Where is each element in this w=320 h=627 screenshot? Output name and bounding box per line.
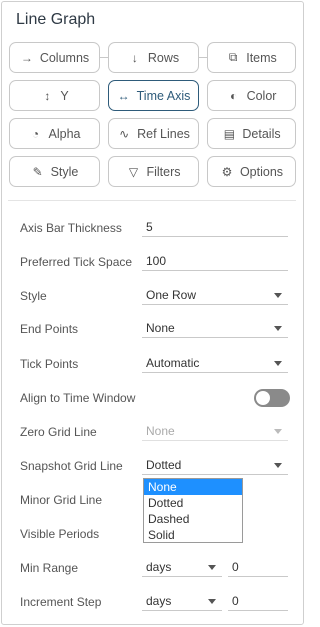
tab-style[interactable]: ✎ Style: [9, 156, 100, 187]
tab-label: Rows: [147, 50, 180, 65]
increment-step-input[interactable]: 0: [228, 591, 288, 611]
min-range-label: Min Range: [20, 561, 79, 575]
brush-icon: ✎: [32, 164, 43, 179]
tab-label: Items: [246, 50, 277, 65]
dropdown-option-none[interactable]: None: [144, 479, 242, 495]
tab-label: Details: [242, 126, 281, 141]
tab-label: Y: [60, 88, 69, 103]
increment-step-unit-select[interactable]: days: [142, 591, 222, 611]
arrow-down-icon: ↓: [131, 50, 138, 65]
arrow-right-icon: →: [20, 50, 33, 65]
tab-time-axis[interactable]: ↔ Time Axis: [108, 80, 199, 111]
tab-details[interactable]: ▤ Details: [207, 118, 296, 149]
min-range-input[interactable]: 0: [228, 557, 288, 577]
grid-line-dropdown-list: None Dotted Dashed Solid: [143, 478, 243, 543]
tick-points-select[interactable]: Automatic: [142, 353, 288, 373]
tab-ref-lines[interactable]: ∿ Ref Lines: [108, 118, 199, 149]
arrow-vertical-icon: ↕: [44, 88, 51, 103]
tab-label: Time Axis: [136, 88, 191, 103]
panel-title: Line Graph: [16, 11, 96, 28]
tab-alpha[interactable]: ◔ Alpha: [9, 118, 100, 149]
align-to-time-window-toggle[interactable]: [254, 389, 290, 407]
tab-filters[interactable]: ▽ Filters: [108, 156, 199, 187]
end-points-select-value: None: [146, 321, 175, 335]
tab-color[interactable]: ◐ Color: [207, 80, 296, 111]
end-points-select[interactable]: None: [142, 318, 288, 338]
tab-label: Style: [50, 164, 79, 179]
chevron-down-icon: [274, 326, 282, 331]
tab-connector: [100, 57, 108, 58]
chevron-down-icon: [274, 463, 282, 468]
tab-label: Filters: [146, 164, 181, 179]
dropdown-option-solid[interactable]: Solid: [144, 527, 242, 543]
align-to-time-window-label: Align to Time Window: [20, 391, 136, 405]
tab-options[interactable]: ⚙ Options: [207, 156, 296, 187]
section-divider: [8, 200, 296, 201]
snapshot-grid-line-label: Snapshot Grid Line: [20, 459, 123, 473]
palette-icon: ◐: [229, 88, 238, 103]
zero-grid-line-label: Zero Grid Line: [20, 425, 97, 439]
tab-label: Options: [239, 164, 284, 179]
axis-bar-thickness-label: Axis Bar Thickness: [20, 221, 122, 235]
tab-items[interactable]: ⧉ Items: [207, 42, 296, 73]
tab-y[interactable]: ↕ Y: [9, 80, 100, 111]
alpha-icon: ◔: [31, 126, 40, 141]
tab-label: Color: [246, 88, 277, 103]
tab-label: Alpha: [48, 126, 81, 141]
min-range-unit-value: days: [146, 560, 172, 574]
zero-grid-line-select: None: [142, 421, 288, 441]
details-icon: ▤: [223, 126, 236, 141]
filter-icon: ▽: [128, 164, 139, 179]
snapshot-grid-line-select-value: Dotted: [146, 458, 182, 472]
visible-periods-label: Visible Periods: [20, 527, 100, 541]
tab-columns[interactable]: → Columns: [9, 42, 100, 73]
preferred-tick-space-input[interactable]: 100: [142, 251, 288, 271]
chevron-down-icon: [208, 599, 216, 604]
zero-grid-line-select-value: None: [146, 424, 175, 438]
tab-label: Columns: [39, 50, 90, 65]
increment-step-unit-value: days: [146, 594, 172, 608]
snapshot-grid-line-select[interactable]: Dotted: [142, 455, 288, 475]
dropdown-option-dotted[interactable]: Dotted: [144, 495, 242, 511]
chevron-down-icon: [274, 361, 282, 366]
dropdown-option-dashed[interactable]: Dashed: [144, 511, 242, 527]
increment-step-label: Increment Step: [20, 595, 102, 609]
ref-lines-icon: ∿: [119, 126, 130, 141]
preferred-tick-space-label: Preferred Tick Space: [20, 255, 133, 269]
toggle-knob: [256, 391, 270, 405]
axis-bar-thickness-input[interactable]: 5: [142, 217, 288, 237]
chevron-down-icon: [274, 293, 282, 298]
arrow-horizontal-icon: ↔: [117, 88, 130, 103]
style-select-value: One Row: [146, 288, 197, 302]
tab-rows[interactable]: ↓ Rows: [108, 42, 199, 73]
chevron-down-icon: [208, 565, 216, 570]
gear-icon: ⚙: [221, 164, 233, 179]
tab-connector: [199, 57, 207, 58]
tick-points-label: Tick Points: [20, 357, 79, 371]
min-range-unit-select[interactable]: days: [142, 557, 222, 577]
minor-grid-line-label: Minor Grid Line: [20, 493, 103, 507]
chevron-down-icon: [274, 429, 282, 434]
tick-points-select-value: Automatic: [146, 356, 200, 370]
end-points-label: End Points: [20, 322, 79, 336]
style-select[interactable]: One Row: [142, 285, 288, 305]
tab-label: Ref Lines: [137, 126, 190, 141]
hierarchy-icon: ⧉: [228, 50, 238, 64]
style-label: Style: [20, 289, 47, 303]
